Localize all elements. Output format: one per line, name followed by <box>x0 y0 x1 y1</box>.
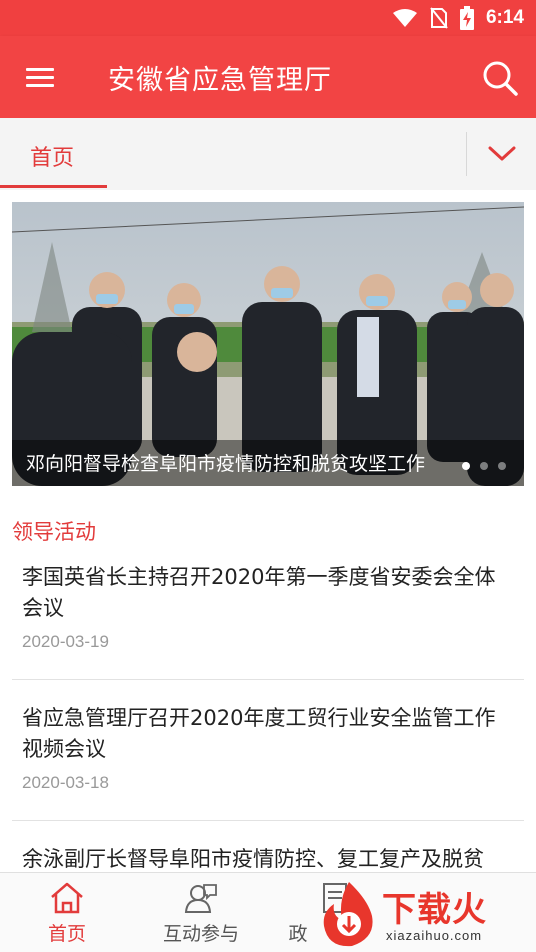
divider <box>12 820 524 821</box>
nav-label: 首页 <box>47 923 86 945</box>
menu-icon[interactable] <box>22 62 62 92</box>
status-time: 6:14 <box>485 7 524 28</box>
watermark-url: xiazaihuo.com <box>386 928 483 943</box>
news-date: 2020-03-18 <box>22 773 109 792</box>
nav-interaction[interactable]: 互动参与 <box>134 873 268 952</box>
wifi-icon <box>392 9 417 27</box>
battery-charging-icon <box>459 6 474 30</box>
banner-caption[interactable]: 邓向阳督导检查阜阳市疫情防控和脱贫攻坚工作 <box>26 449 425 476</box>
news-item[interactable]: 李国英省长主持召开2020年第一季度省安委会全体会议 2020-03-19 <box>12 562 524 680</box>
flame-logo-icon <box>323 882 373 947</box>
tab-active-indicator <box>0 185 107 188</box>
people-icon <box>184 884 217 913</box>
status-bar: 6:14 <box>0 0 536 36</box>
category-tab-bar: 首页 <box>0 118 536 190</box>
news-item[interactable]: 省应急管理厅召开2020年度工贸行业安全监管工作视频会议 2020-03-18 <box>12 703 524 821</box>
watermark-logo: 下载火 xiazaihuo.com <box>316 878 536 952</box>
news-title: 李国英省长主持召开2020年第一季度省安委会全体会议 <box>22 565 496 620</box>
nav-label: 互动参与 <box>162 923 239 945</box>
app-bar: 安徽省应急管理厅 <box>0 36 536 118</box>
carousel-indicator <box>462 462 506 470</box>
tab-label: 首页 <box>30 146 75 171</box>
news-carousel[interactable]: 邓向阳督导检查阜阳市疫情防控和脱贫攻坚工作 <box>12 202 524 486</box>
watermark-text: 下载火 <box>382 890 487 930</box>
chevron-down-icon[interactable] <box>482 138 522 170</box>
news-title: 余泳副厅长督导阜阳市疫情防控、复工复产及脱贫 <box>22 847 484 871</box>
carousel-dot[interactable] <box>462 462 470 470</box>
carousel-dot[interactable] <box>480 462 488 470</box>
tab-home[interactable]: 首页 <box>0 118 107 190</box>
search-icon[interactable] <box>478 56 522 100</box>
news-title: 省应急管理厅召开2020年度工贸行业安全监管工作视频会议 <box>22 706 496 761</box>
no-sim-icon <box>430 7 448 29</box>
section-title: 领导活动 <box>12 520 96 544</box>
carousel-dot[interactable] <box>498 462 506 470</box>
app-title: 安徽省应急管理厅 <box>108 65 332 96</box>
home-icon <box>51 882 83 914</box>
news-item[interactable]: 余泳副厅长督导阜阳市疫情防控、复工复产及脱贫 <box>12 844 524 872</box>
divider <box>12 679 524 680</box>
news-date: 2020-03-19 <box>22 632 109 651</box>
nav-home[interactable]: 首页 <box>0 873 134 952</box>
tab-divider <box>466 132 467 176</box>
